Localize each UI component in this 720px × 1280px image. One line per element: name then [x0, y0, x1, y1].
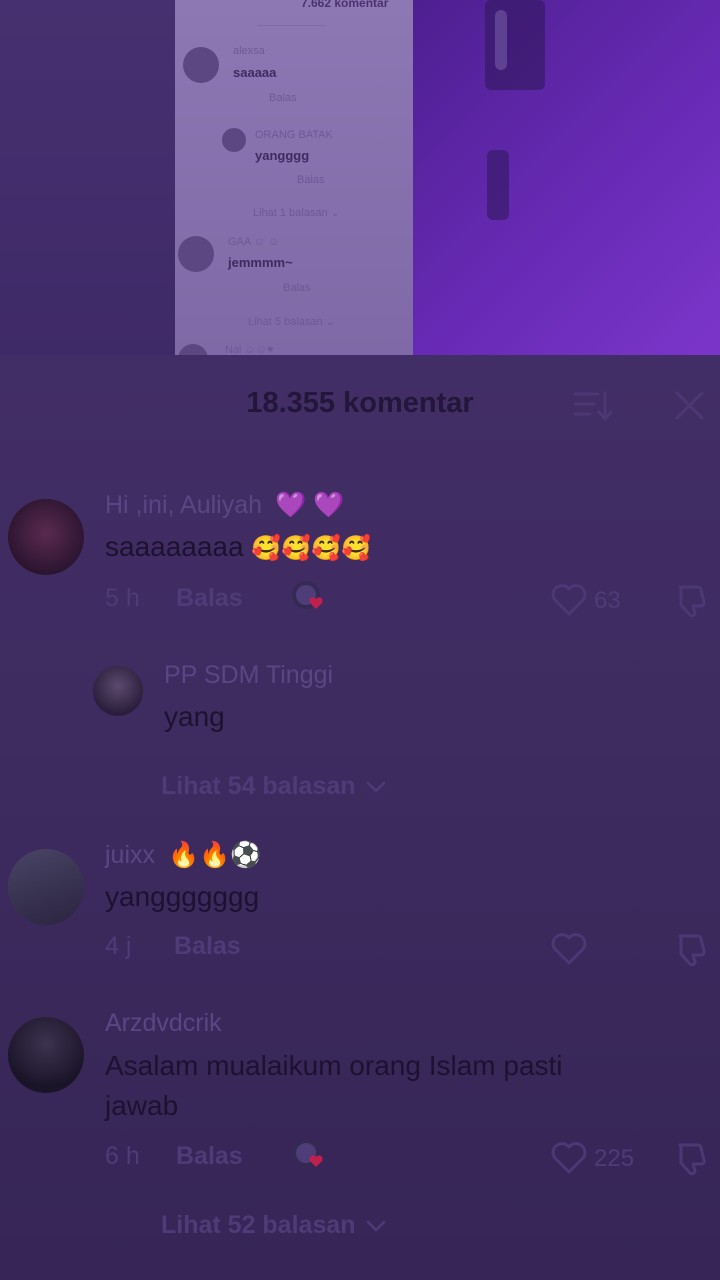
- creator-heart-icon: [292, 1139, 323, 1167]
- comment-username[interactable]: Arzdvdcrik: [105, 1009, 222, 1038]
- like-button[interactable]: [550, 932, 588, 966]
- thumbs-down-icon: [678, 1143, 706, 1176]
- creator-heart-icon: [292, 581, 323, 609]
- avatar[interactable]: [8, 1017, 84, 1093]
- phone-user: alexsa: [233, 45, 265, 57]
- reply-button[interactable]: Balas: [176, 584, 243, 613]
- chevron-down-icon: [367, 781, 386, 793]
- thumbs-down-icon: [678, 934, 706, 967]
- creator-liked-badge: [290, 1137, 330, 1173]
- like-count: 63: [594, 587, 621, 614]
- creator-liked-badge: [290, 579, 330, 615]
- comment-text: saaaaaaaa 🥰🥰🥰🥰: [105, 531, 371, 562]
- comment-sheet: 18.355 komentar Hi ,ini, Auliyah 💜 💜 saa…: [0, 355, 720, 1280]
- phone-avatar: [178, 236, 214, 272]
- sort-icon: [573, 391, 613, 422]
- comment-username[interactable]: Hi ,ini, Auliyah 💜 💜: [105, 491, 344, 520]
- like-button[interactable]: [550, 583, 588, 617]
- comment-time: 4 j: [105, 932, 132, 960]
- dislike-button[interactable]: [672, 583, 708, 619]
- video-player[interactable]: 7.662 komentar ──────── alexsa saaaaa Ba…: [0, 0, 720, 355]
- phone-text: saaaaa: [233, 65, 277, 80]
- comment-time: 5 h: [105, 584, 140, 612]
- video-phone-screenshot: 7.662 komentar ──────── alexsa saaaaa Ba…: [175, 0, 413, 355]
- chevron-down-icon: [367, 1220, 386, 1232]
- video-right-panel: [413, 0, 720, 355]
- like-count: 225: [594, 1145, 635, 1172]
- dislike-button[interactable]: [672, 1141, 708, 1177]
- view-replies-button[interactable]: Lihat 52 balasan: [161, 1211, 386, 1240]
- comment-text-line: jawab: [105, 1090, 179, 1121]
- comment-time: 6 h: [105, 1142, 140, 1170]
- avatar[interactable]: [8, 499, 84, 575]
- comment-text-line: Asalam mualaikum orang Islam pasti: [105, 1050, 563, 1081]
- heart-icon: [551, 1142, 587, 1174]
- heart-icon: [551, 584, 587, 616]
- view-replies-button[interactable]: Lihat 54 balasan: [161, 772, 386, 801]
- phone-avatar: [222, 128, 246, 152]
- close-button[interactable]: [672, 389, 708, 423]
- video-left-panel: [0, 0, 175, 355]
- like-button[interactable]: [550, 1141, 588, 1175]
- thumbs-down-icon: [678, 585, 706, 618]
- comment-username[interactable]: PP SDM Tinggi: [164, 661, 333, 690]
- phone-header: 7.662 komentar: [301, 0, 389, 10]
- reply-button[interactable]: Balas: [174, 932, 241, 961]
- close-icon: [675, 391, 704, 420]
- sort-button[interactable]: [572, 389, 614, 423]
- phone-avatar: [183, 47, 219, 83]
- heart-icon: [551, 933, 587, 965]
- comment-text: yang: [164, 701, 225, 732]
- avatar[interactable]: [8, 849, 84, 925]
- comment-text: yanggggggg: [105, 881, 260, 912]
- avatar[interactable]: [93, 666, 143, 716]
- comment-username[interactable]: juixx 🔥🔥⚽: [105, 841, 261, 870]
- reply-button[interactable]: Balas: [176, 1142, 243, 1171]
- dislike-button[interactable]: [672, 932, 708, 968]
- phone-avatar: [178, 344, 208, 355]
